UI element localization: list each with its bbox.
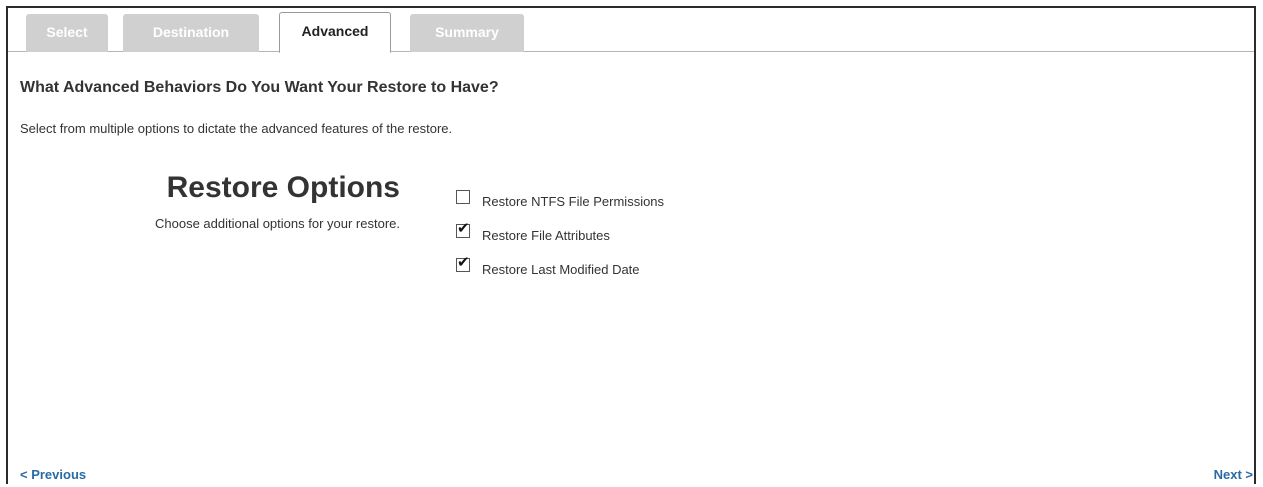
option-label: Restore NTFS File Permissions (482, 194, 665, 209)
option-restore-last-modified-date[interactable]: ✔ Restore Last Modified Date (456, 253, 640, 278)
restore-options-title: Restore Options (166, 171, 400, 204)
restore-options-description: Choose additional options for your resto… (155, 216, 400, 231)
page-title: What Advanced Behaviors Do You Want Your… (20, 79, 499, 96)
tab-summary[interactable]: Summary (410, 14, 524, 52)
check-icon: ✔ (457, 219, 470, 237)
tab-advanced[interactable]: Advanced (279, 12, 391, 53)
tab-destination[interactable]: Destination (123, 14, 259, 52)
option-restore-ntfs-permissions[interactable]: Restore NTFS File Permissions (456, 190, 664, 210)
check-icon: ✔ (457, 253, 470, 271)
option-label: Restore File Attributes (482, 228, 610, 243)
wizard-tab-bar: Select Destination Advanced Summary (8, 8, 1254, 53)
tab-select[interactable]: Select (26, 14, 108, 52)
option-restore-file-attributes[interactable]: ✔ Restore File Attributes (456, 219, 610, 244)
page-description: Select from multiple options to dictate … (20, 121, 453, 136)
next-link[interactable]: Next > (1214, 467, 1253, 482)
wizard-frame (6, 6, 1256, 484)
previous-link[interactable]: < Previous (20, 467, 86, 482)
last-modified-date-checkbox[interactable]: ✔ (456, 253, 470, 272)
file-attributes-checkbox[interactable]: ✔ (456, 219, 470, 238)
ntfs-permissions-checkbox[interactable] (456, 190, 470, 204)
option-label: Restore Last Modified Date (482, 262, 640, 277)
